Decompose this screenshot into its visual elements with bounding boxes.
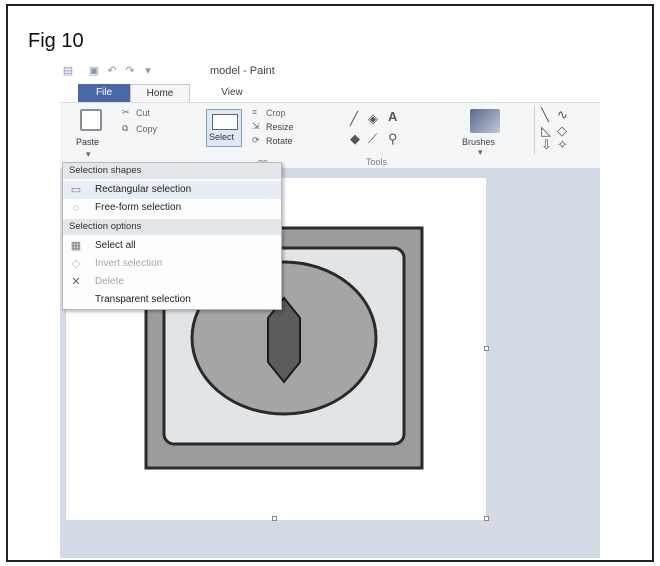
crop-label: Crop: [266, 108, 286, 118]
paint-window: ▤ ▣ ↶ ↷ ▾ model - Paint File Home View P…: [60, 60, 600, 558]
color-picker-icon[interactable]: ⟋: [368, 131, 377, 147]
line-shape-icon[interactable]: ╲: [541, 107, 549, 123]
eraser-icon[interactable]: ◆: [350, 131, 360, 147]
redo-icon[interactable]: ↷: [124, 66, 136, 77]
brushes-label: Brushes: [462, 137, 496, 147]
rectangle-select-icon: ▭: [70, 184, 82, 196]
rotate-label: Rotate: [266, 136, 293, 146]
curve-shape-icon[interactable]: ∿: [557, 107, 568, 123]
paste-label: Paste: [76, 137, 100, 147]
figure-label: Fig 10: [28, 30, 84, 52]
resize-handle-right[interactable]: [484, 346, 489, 351]
resize-handle-bottom[interactable]: [272, 516, 277, 521]
brushes-dropdown-icon: ▾: [478, 147, 483, 157]
window-title: model - Paint: [210, 65, 275, 77]
pencil-icon[interactable]: ╱: [350, 111, 358, 127]
select-label: Select: [209, 132, 235, 142]
brush-icon: [470, 109, 500, 133]
shapes-gallery[interactable]: ╲ ∿ ◺ ◇ ⇩ ✧: [534, 105, 600, 155]
select-button[interactable]: Select: [206, 109, 242, 147]
resize-handle-corner[interactable]: [484, 516, 489, 521]
resize-label: Resize: [266, 122, 294, 132]
selection-shapes-header: Selection shapes: [63, 163, 281, 179]
ribbon-tabs: File Home View: [60, 84, 600, 102]
menu-item-invert-selection[interactable]: ◇ Invert selection: [63, 255, 281, 273]
resize-icon: ⇲: [252, 121, 260, 131]
text-icon[interactable]: A: [388, 109, 397, 124]
ribbon: Paste ▾ ✂ Cut ⧉ Copy Select ⌗ Crop ⇲ Res…: [60, 102, 600, 170]
tools-group-label: Tools: [366, 157, 388, 167]
rectangle-select-icon: [212, 114, 238, 130]
keyhole-shape: [267, 296, 301, 384]
delete-icon: ✕: [71, 276, 81, 288]
title-bar: ▤ ▣ ↶ ↷ ▾ model - Paint: [60, 60, 600, 84]
select-all-icon: ▦: [70, 240, 82, 252]
paint-app-icon[interactable]: ▤: [62, 66, 74, 77]
undo-icon[interactable]: ↶: [106, 66, 118, 77]
freeform-select-icon: ◌: [72, 202, 80, 214]
fill-icon[interactable]: ◈: [368, 111, 378, 127]
tab-file[interactable]: File: [78, 84, 130, 102]
clipboard-icon: [80, 109, 102, 131]
save-icon[interactable]: ▣: [88, 66, 100, 77]
copy-label: Copy: [136, 124, 158, 134]
paste-dropdown-icon: ▾: [86, 149, 91, 159]
selection-options-header: Selection options: [63, 219, 281, 235]
scissors-icon: ✂: [122, 107, 130, 117]
menu-item-transparent-selection[interactable]: Transparent selection: [63, 291, 281, 309]
menu-item-delete[interactable]: ✕ Delete: [63, 273, 281, 291]
copy-icon: ⧉: [122, 123, 129, 133]
rotate-icon: ⟳: [252, 135, 260, 145]
menu-item-select-all[interactable]: ▦ Select all: [63, 237, 281, 255]
arrow-shape-icon[interactable]: ⇩: [541, 137, 552, 153]
magnifier-icon[interactable]: ⚲: [388, 131, 398, 147]
tab-view[interactable]: View: [210, 84, 254, 102]
cut-label: Cut: [136, 108, 151, 118]
menu-item-rectangular-selection[interactable]: ▭ Rectangular selection: [63, 181, 281, 199]
invert-selection-icon: ◇: [71, 258, 81, 270]
qat-dropdown-icon[interactable]: ▾: [142, 66, 154, 77]
selection-dropdown-menu: Selection shapes ▭ Rectangular selection…: [62, 162, 282, 310]
menu-item-free-form-selection[interactable]: ◌ Free-form selection: [63, 199, 281, 217]
tab-home[interactable]: Home: [130, 84, 190, 102]
crop-icon: ⌗: [252, 107, 258, 117]
star-shape-icon[interactable]: ✧: [557, 137, 568, 153]
